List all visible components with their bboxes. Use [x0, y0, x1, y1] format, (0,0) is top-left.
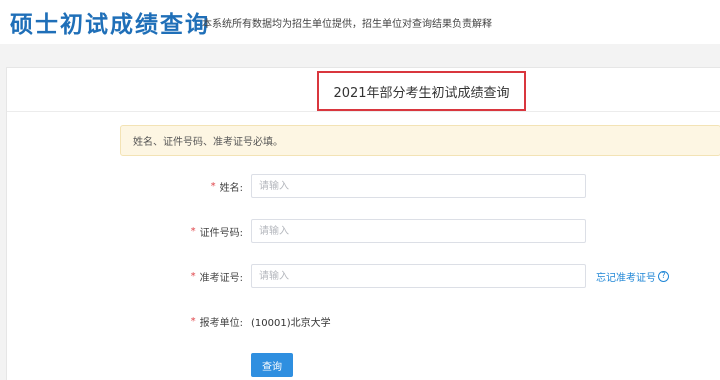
panel-title-highlight: 2021年部分考生初试成绩查询 — [317, 71, 526, 111]
id-number-row: * 证件号码: — [7, 219, 720, 243]
school-value: (10001)北京大学 — [251, 317, 331, 329]
school-row: * 报考单位: (10001)北京大学 — [7, 309, 720, 333]
exam-number-label-text: 准考证号: — [199, 272, 243, 284]
id-number-label-text: 证件号码: — [199, 227, 243, 239]
school-label: * 报考单位: — [191, 309, 243, 333]
required-mark: * — [210, 180, 216, 192]
required-fields-alert: 姓名、证件号码、准考证号必填。 — [120, 125, 720, 156]
required-mark: * — [190, 270, 196, 282]
site-title: 硕士初试成绩查询 — [10, 12, 210, 38]
alert-text: 姓名、证件号码、准考证号必填。 — [133, 137, 283, 148]
forgot-link-text: 忘记准考证号 — [596, 272, 656, 284]
required-mark: * — [190, 315, 196, 327]
site-subtitle: 本系统所有数据均为招生单位提供，招生单位对查询结果负责解释 — [202, 19, 492, 30]
panel-header: 2021年部分考生初试成绩查询 — [7, 68, 720, 112]
exam-number-input[interactable] — [251, 264, 586, 288]
panel-title: 2021年部分考生初试成绩查询 — [333, 85, 510, 101]
forgot-exam-number-link[interactable]: 忘记准考证号 ? — [596, 264, 669, 288]
exam-number-label: * 准考证号: — [191, 264, 243, 288]
name-input[interactable] — [251, 174, 586, 198]
required-mark: * — [190, 225, 196, 237]
query-panel: 2021年部分考生初试成绩查询 姓名、证件号码、准考证号必填。 * 姓名: * … — [6, 67, 720, 380]
query-button[interactable]: 查询 — [251, 353, 293, 377]
top-header: 硕士初试成绩查询 本系统所有数据均为招生单位提供，招生单位对查询结果负责解释 — [0, 0, 720, 44]
exam-number-row: * 准考证号: 忘记准考证号 ? — [7, 264, 720, 288]
name-row: * 姓名: — [7, 174, 720, 198]
id-number-input[interactable] — [251, 219, 586, 243]
name-label: * 姓名: — [211, 174, 243, 198]
id-number-label: * 证件号码: — [191, 219, 243, 243]
question-circle-icon[interactable]: ? — [658, 270, 669, 282]
school-label-text: 报考单位: — [199, 317, 243, 329]
name-label-text: 姓名: — [219, 182, 243, 194]
